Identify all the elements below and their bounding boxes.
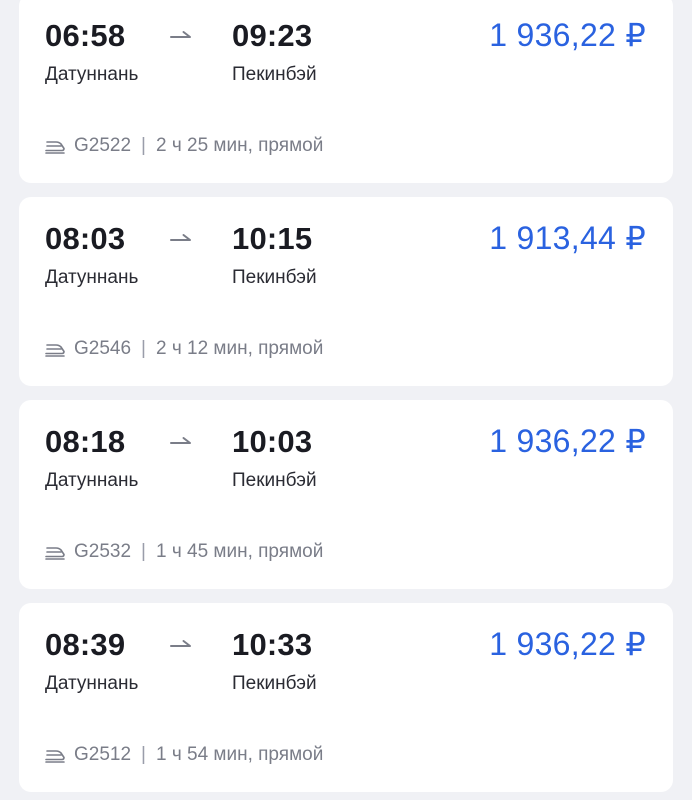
separator: | [141, 744, 146, 765]
departure-time: 08:03 [45, 221, 126, 256]
arrow-right-icon [170, 31, 191, 38]
departure-station: Датуннань [45, 64, 139, 85]
trip-duration: 1 ч 54 мин, прямой [155, 744, 324, 765]
separator: | [141, 135, 146, 156]
train-card[interactable]: 08:03 10:15 1 913,44 ₽ Датуннань Пекинбэ… [19, 197, 673, 386]
train-number: G2532 [74, 541, 132, 562]
ticket-price: 1 936,22 ₽ [489, 17, 646, 53]
train-number: G2546 [74, 338, 132, 359]
train-card[interactable]: 08:18 10:03 1 936,22 ₽ Датуннань Пекинбэ… [19, 400, 673, 589]
train-number: G2522 [74, 135, 132, 156]
arrow-right-icon [170, 640, 191, 647]
arrival-station: Пекинбэй [232, 673, 317, 694]
ticket-price: 1 936,22 ₽ [489, 626, 646, 662]
ticket-price: 1 936,22 ₽ [489, 423, 646, 459]
train-card[interactable]: 08:39 10:33 1 936,22 ₽ Датуннань Пекинбэ… [19, 603, 673, 792]
train-card[interactable]: 06:58 09:23 1 936,22 ₽ Датуннань Пекинбэ… [19, 0, 673, 183]
train-icon [45, 750, 65, 763]
arrival-time: 09:23 [232, 18, 313, 53]
departure-time: 08:39 [45, 627, 126, 662]
train-icon [45, 141, 65, 154]
train-results-list: 06:58 09:23 1 936,22 ₽ Датуннань Пекинбэ… [0, 0, 692, 800]
departure-station: Датуннань [45, 470, 139, 491]
train-icon [45, 344, 65, 357]
arrival-time: 10:33 [232, 627, 313, 662]
trip-duration: 2 ч 25 мин, прямой [155, 135, 324, 156]
departure-station: Датуннань [45, 673, 139, 694]
departure-station: Датуннань [45, 267, 139, 288]
trip-duration: 1 ч 45 мин, прямой [155, 541, 324, 562]
arrival-station: Пекинбэй [232, 267, 317, 288]
arrival-station: Пекинбэй [232, 64, 317, 85]
departure-time: 08:18 [45, 424, 126, 459]
arrival-station: Пекинбэй [232, 470, 317, 491]
trip-details: G2522 | 2 ч 25 мин, прямой [45, 134, 323, 158]
train-icon [45, 547, 65, 560]
departure-time: 06:58 [45, 18, 126, 53]
train-number: G2512 [74, 744, 132, 765]
trip-details: G2532 | 1 ч 45 мин, прямой [45, 540, 323, 564]
separator: | [141, 541, 146, 562]
separator: | [141, 338, 146, 359]
trip-details: G2512 | 1 ч 54 мин, прямой [45, 743, 323, 767]
arrival-time: 10:03 [232, 424, 313, 459]
ticket-price: 1 913,44 ₽ [489, 220, 646, 256]
trip-details: G2546 | 2 ч 12 мин, прямой [45, 337, 323, 361]
arrow-right-icon [170, 437, 191, 444]
trip-duration: 2 ч 12 мин, прямой [155, 338, 324, 359]
arrow-right-icon [170, 234, 191, 241]
arrival-time: 10:15 [232, 221, 313, 256]
